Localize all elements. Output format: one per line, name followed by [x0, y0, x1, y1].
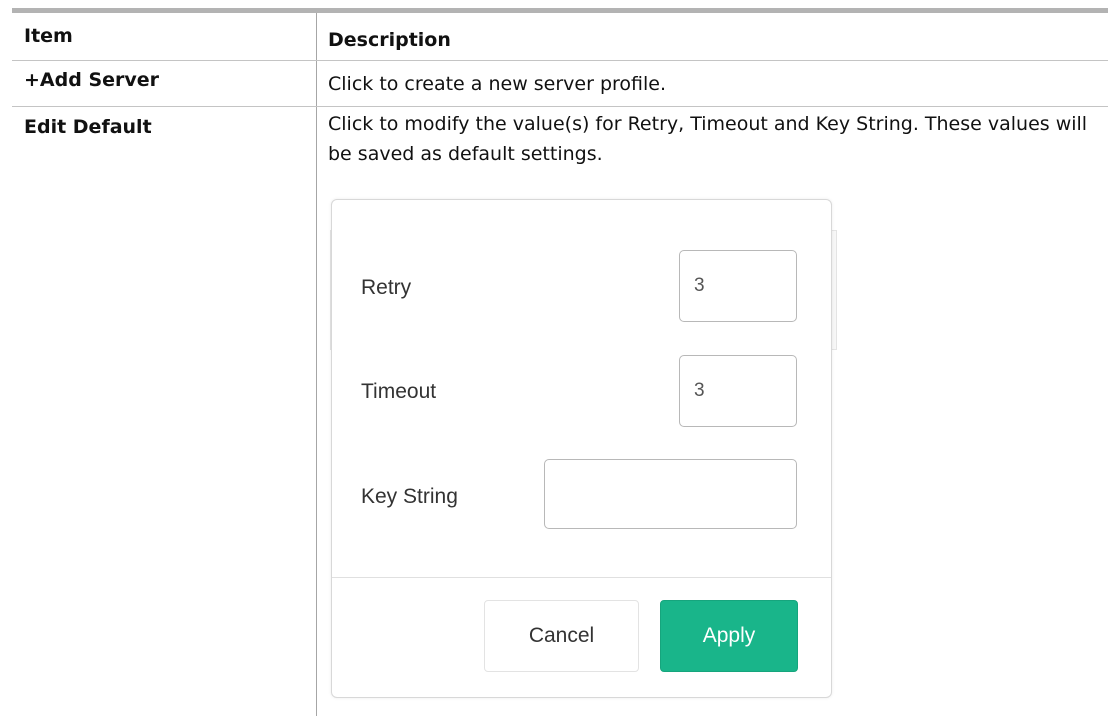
timeout-label: Timeout: [361, 380, 437, 403]
table-row: +Add Server Click to create a new server…: [12, 60, 1108, 106]
retry-value: 3: [694, 275, 705, 296]
row-description: Click to create a new server profile.: [328, 73, 667, 95]
retry-input[interactable]: 3: [679, 250, 797, 322]
table-header-row: Item Description: [12, 13, 1108, 60]
edit-default-dialog: Retry 3 Timeout 3 Key String Cancel Appl…: [331, 199, 832, 698]
cancel-button[interactable]: Cancel: [484, 600, 639, 672]
row-item: Edit Default: [24, 116, 152, 138]
timeout-value: 3: [694, 380, 705, 401]
key-string-input[interactable]: [544, 459, 797, 529]
retry-label: Retry: [361, 276, 412, 299]
row-description: Click to modify the value(s) for Retry, …: [328, 113, 1088, 165]
timeout-input[interactable]: 3: [679, 355, 797, 427]
apply-button[interactable]: Apply: [660, 600, 798, 672]
header-description: Description: [328, 29, 451, 51]
dialog-footer-divider: [332, 577, 831, 578]
row-item: +Add Server: [24, 69, 160, 91]
header-item: Item: [24, 25, 73, 47]
key-string-label: Key String: [361, 485, 458, 508]
